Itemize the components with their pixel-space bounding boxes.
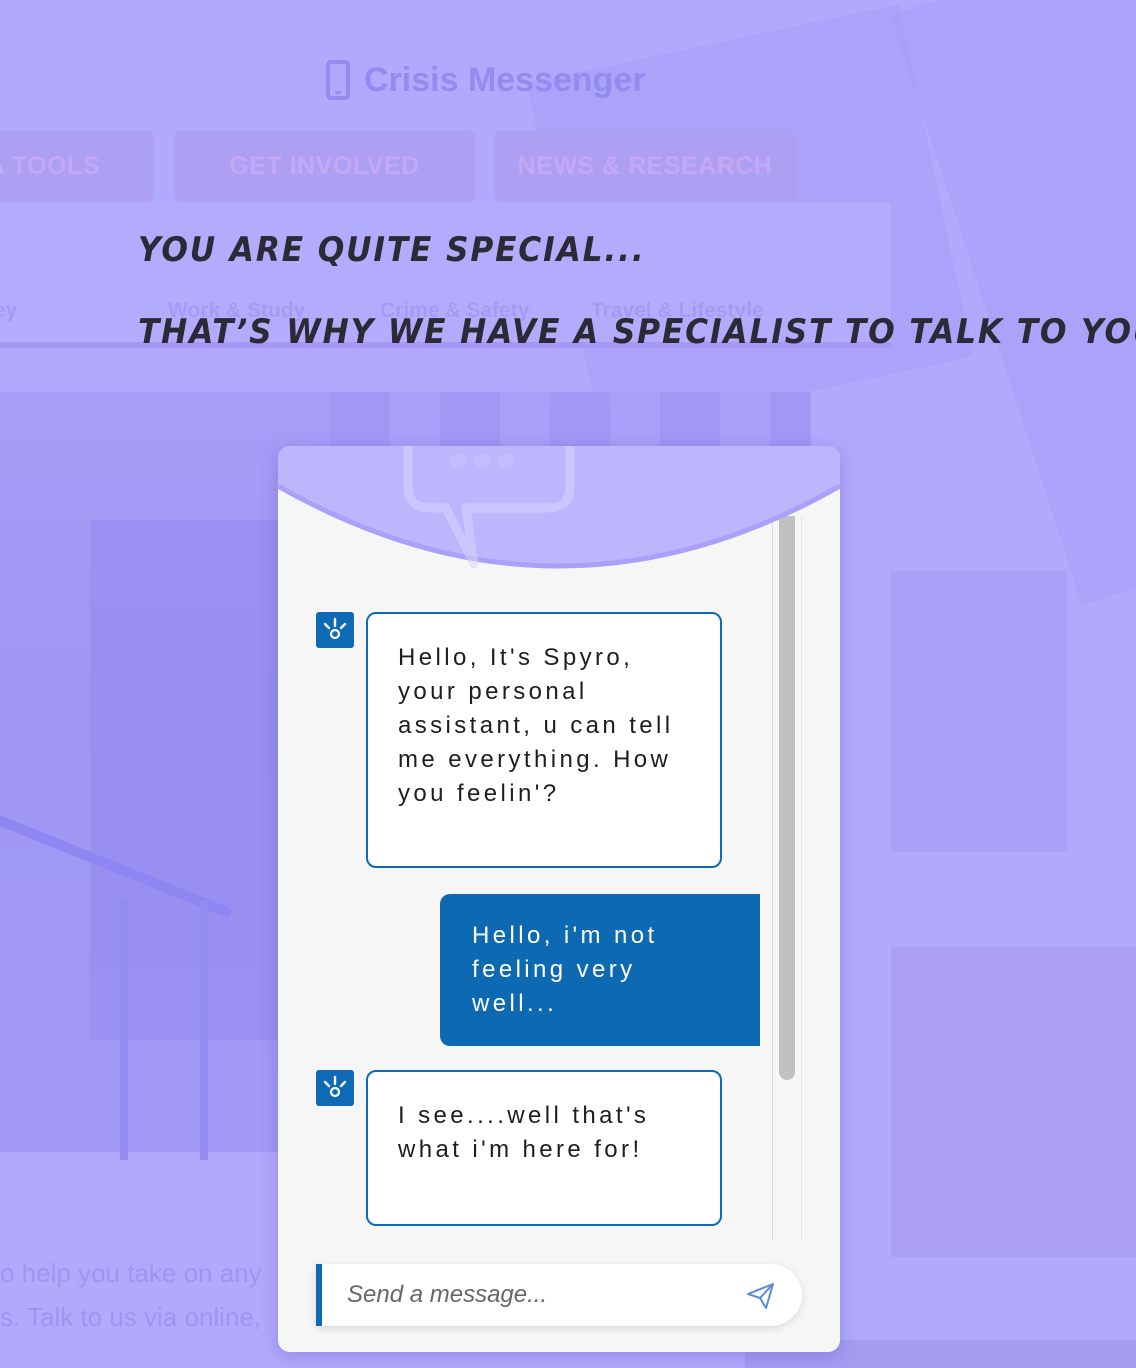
body-text-line: s. Talk to us via online,	[0, 1302, 262, 1332]
bot-avatar	[316, 1070, 354, 1106]
message-input[interactable]	[347, 1281, 727, 1309]
send-button[interactable]	[746, 1282, 776, 1310]
lightbulb-icon	[323, 617, 347, 640]
site-title-text: Crisis Messenger	[364, 60, 646, 99]
side-card	[891, 571, 1067, 852]
bot-message: Hello, It's Spyro, your personal assista…	[366, 612, 722, 868]
nav-tools[interactable]: A TOOLS	[0, 130, 154, 202]
nav-news-research[interactable]: NEWS & RESEARCH	[494, 130, 796, 202]
user-message: Hello, i'm not feeling very well...	[440, 894, 760, 1046]
hero-image-detail	[120, 900, 128, 1160]
paper-plane-icon	[747, 1283, 774, 1309]
site-title[interactable]: Crisis Messenger	[326, 58, 646, 102]
subnav-item-money[interactable]: ey	[0, 299, 17, 323]
headline-line-1: You are quite special...	[138, 230, 646, 270]
hero-image-detail	[200, 900, 208, 1160]
chat-header	[278, 446, 840, 569]
chat-widget: Hello, It's Spyro, your personal assista…	[278, 446, 840, 1352]
bot-message: I see....well that's what i'm here for!	[366, 1070, 722, 1226]
phone-icon	[326, 60, 350, 100]
nav-get-involved[interactable]: GET INVOLVED	[174, 130, 475, 202]
lightbulb-icon	[323, 1075, 347, 1098]
body-text-line: o help you take on any	[0, 1258, 262, 1288]
bot-avatar	[316, 612, 354, 648]
chat-scrollbar-thumb[interactable]	[779, 516, 795, 1080]
message-composer	[316, 1264, 802, 1326]
side-card	[891, 947, 1136, 1257]
headline-line-2: That’s why we have a specialist to talk …	[138, 312, 1136, 352]
hero-image-detail	[330, 392, 810, 452]
